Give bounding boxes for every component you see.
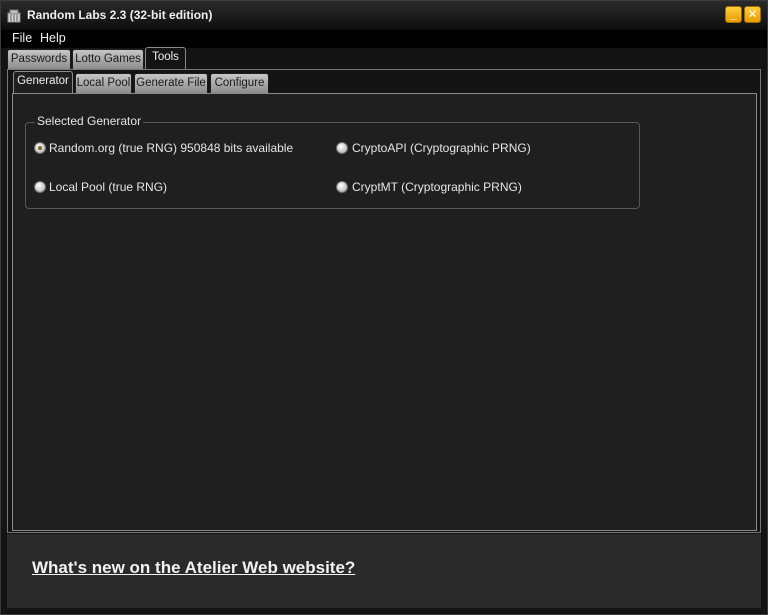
- window-title: Random Labs 2.3 (32-bit edition): [27, 8, 213, 22]
- radio-local-pool[interactable]: [34, 181, 46, 193]
- tab-tools[interactable]: Tools: [145, 47, 186, 69]
- tab-passwords[interactable]: Passwords: [7, 49, 71, 69]
- menu-bar: File Help: [1, 30, 767, 48]
- tab-generator[interactable]: Generator: [13, 71, 73, 93]
- menu-file[interactable]: File: [12, 31, 32, 45]
- radio-random-org[interactable]: [34, 142, 46, 154]
- title-bar[interactable]: Random Labs 2.3 (32-bit edition) _ ✕: [1, 1, 767, 31]
- tab-generate-file[interactable]: Generate File: [134, 73, 208, 93]
- generator-panel: Selected Generator Random.org (true RNG)…: [12, 93, 757, 531]
- radio-local-pool-label[interactable]: Local Pool (true RNG): [49, 180, 167, 194]
- app-window: Random Labs 2.3 (32-bit edition) _ ✕ Fil…: [0, 0, 768, 615]
- close-icon: ✕: [747, 7, 758, 21]
- close-button[interactable]: ✕: [744, 6, 761, 23]
- app-icon: [7, 9, 21, 23]
- radio-cryptoapi-label[interactable]: CryptoAPI (Cryptographic PRNG): [352, 141, 531, 155]
- minimize-button[interactable]: _: [725, 6, 742, 23]
- radio-cryptmt[interactable]: [336, 181, 348, 193]
- minimize-icon: _: [730, 7, 737, 21]
- whats-new-link[interactable]: What's new on the Atelier Web website?: [32, 558, 355, 578]
- group-label: Selected Generator: [35, 114, 144, 128]
- radio-random-org-label[interactable]: Random.org (true RNG) 950848 bits availa…: [49, 141, 293, 155]
- radio-cryptoapi[interactable]: [336, 142, 348, 154]
- tools-panel: Generator Local Pool Generate File Confi…: [7, 69, 761, 533]
- radio-cryptmt-label[interactable]: CryptMT (Cryptographic PRNG): [352, 180, 522, 194]
- selected-generator-group: Selected Generator Random.org (true RNG)…: [25, 114, 640, 209]
- tab-local-pool[interactable]: Local Pool: [75, 73, 132, 93]
- footer-bar: What's new on the Atelier Web website?: [7, 534, 761, 608]
- menu-help[interactable]: Help: [40, 31, 66, 45]
- tab-lotto-games[interactable]: Lotto Games: [72, 49, 144, 69]
- main-tab-strip: Passwords Lotto Games Tools: [7, 47, 763, 69]
- tab-configure[interactable]: Configure: [210, 73, 269, 93]
